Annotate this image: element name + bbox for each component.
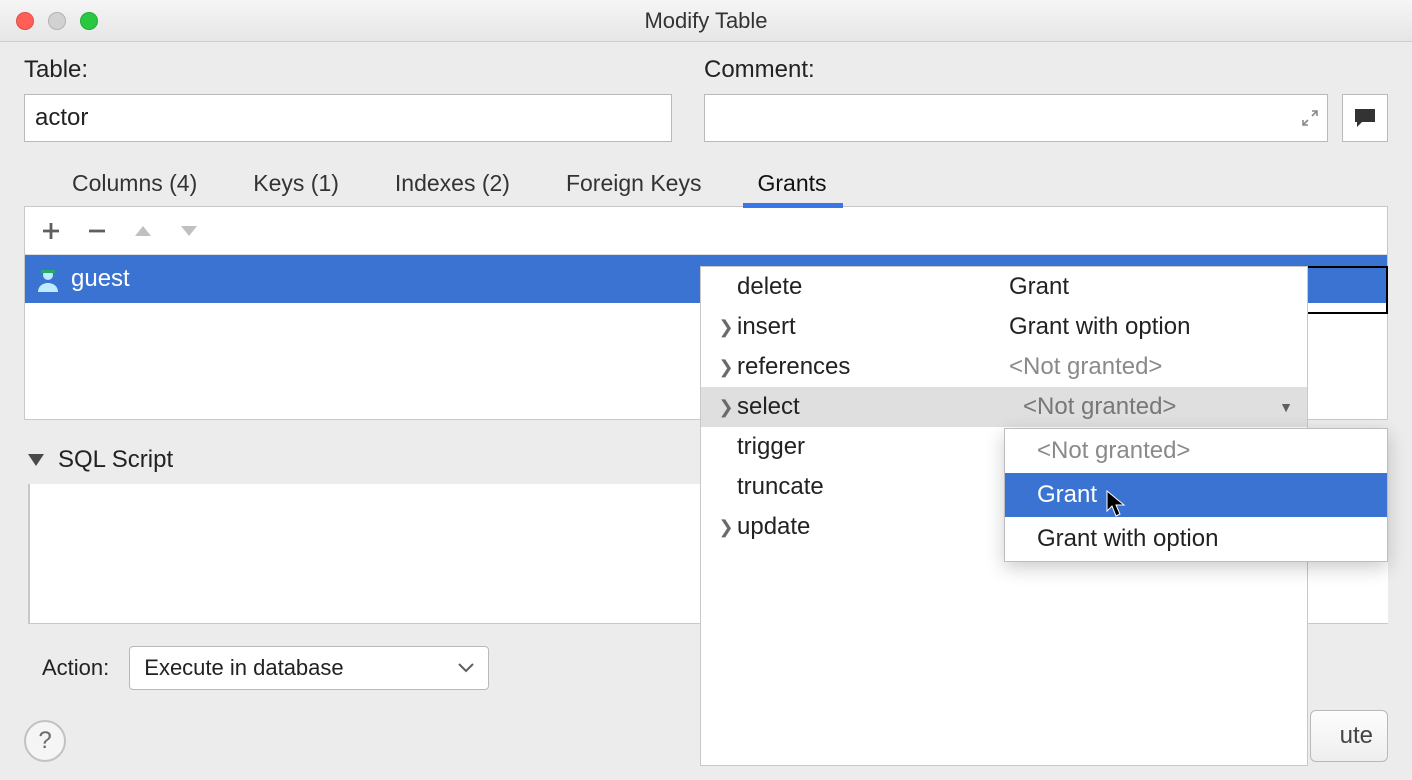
- remove-button[interactable]: [87, 221, 107, 241]
- tab-grants[interactable]: Grants: [753, 164, 830, 207]
- help-button[interactable]: ?: [24, 720, 66, 762]
- sql-script-title: SQL Script: [58, 446, 173, 474]
- header-row: Table: Comment:: [24, 56, 1388, 142]
- action-selected: Execute in database: [144, 655, 343, 681]
- table-name-input[interactable]: [24, 94, 672, 142]
- comment-label: Comment:: [704, 56, 1388, 84]
- table-field-group: Table:: [24, 56, 672, 142]
- expand-icon[interactable]: [1301, 109, 1319, 127]
- comment-popup-button[interactable]: [1342, 94, 1388, 142]
- action-combobox[interactable]: Execute in database: [129, 646, 489, 690]
- permission-name: delete: [737, 273, 1009, 301]
- tab-foreign-keys[interactable]: Foreign Keys: [562, 164, 706, 207]
- titlebar: Modify Table: [0, 0, 1412, 42]
- grants-toolbar: [25, 207, 1387, 255]
- user-icon: [35, 266, 61, 292]
- dropdown-option-not-granted[interactable]: <Not granted>: [1005, 429, 1387, 473]
- permission-value[interactable]: Grant: [1009, 273, 1307, 301]
- expand-arrow-icon[interactable]: ❯: [715, 397, 737, 418]
- permission-name: trigger: [737, 433, 1009, 461]
- permission-value-dropdown[interactable]: <Not granted> ▼: [1009, 393, 1307, 421]
- permission-row-delete[interactable]: delete Grant: [701, 267, 1307, 307]
- close-window-button[interactable]: [16, 12, 34, 30]
- window-controls: [16, 12, 98, 30]
- zoom-window-button[interactable]: [80, 12, 98, 30]
- mouse-cursor-icon: [1106, 490, 1128, 518]
- comment-field-group: Comment:: [704, 56, 1388, 142]
- minimize-window-button[interactable]: [48, 12, 66, 30]
- expand-arrow-icon[interactable]: ❯: [715, 517, 737, 538]
- expand-arrow-icon[interactable]: ❯: [715, 317, 737, 338]
- permission-name: truncate: [737, 473, 1009, 501]
- permission-value-text: <Not granted>: [1023, 393, 1176, 421]
- permission-name: references: [737, 353, 1009, 381]
- permission-row-insert[interactable]: ❯ insert Grant with option: [701, 307, 1307, 347]
- tab-bar: Columns (4) Keys (1) Indexes (2) Foreign…: [24, 164, 1388, 207]
- expand-arrow-icon[interactable]: ❯: [715, 357, 737, 378]
- disclosure-triangle-icon: [28, 454, 44, 466]
- permission-name: select: [737, 393, 1009, 421]
- tab-indexes[interactable]: Indexes (2): [391, 164, 514, 207]
- dropdown-option-grant-with-option[interactable]: Grant with option: [1005, 517, 1387, 561]
- grants-user-name: guest: [71, 265, 130, 293]
- execute-button[interactable]: ute: [1310, 710, 1388, 762]
- comment-input[interactable]: [704, 94, 1328, 142]
- execute-button-label-fragment: ute: [1340, 722, 1373, 750]
- chevron-down-icon: [458, 663, 474, 673]
- dropdown-option-grant[interactable]: Grant: [1005, 473, 1387, 517]
- chevron-down-icon: ▼: [1279, 399, 1293, 415]
- tab-columns[interactable]: Columns (4): [68, 164, 201, 207]
- permission-value[interactable]: Grant with option: [1009, 313, 1307, 341]
- permission-row-references[interactable]: ❯ references <Not granted>: [701, 347, 1307, 387]
- permission-row-select[interactable]: ❯ select <Not granted> ▼: [701, 387, 1307, 427]
- table-label: Table:: [24, 56, 672, 84]
- action-label: Action:: [42, 655, 109, 681]
- move-up-button[interactable]: [133, 224, 153, 238]
- permission-name: insert: [737, 313, 1009, 341]
- add-button[interactable]: [41, 221, 61, 241]
- permission-value[interactable]: <Not granted>: [1009, 353, 1307, 381]
- permission-name: update: [737, 513, 1009, 541]
- window-title: Modify Table: [0, 8, 1412, 34]
- grant-value-dropdown: <Not granted> Grant Grant with option: [1004, 428, 1388, 562]
- tab-keys[interactable]: Keys (1): [249, 164, 343, 207]
- move-down-button[interactable]: [179, 224, 199, 238]
